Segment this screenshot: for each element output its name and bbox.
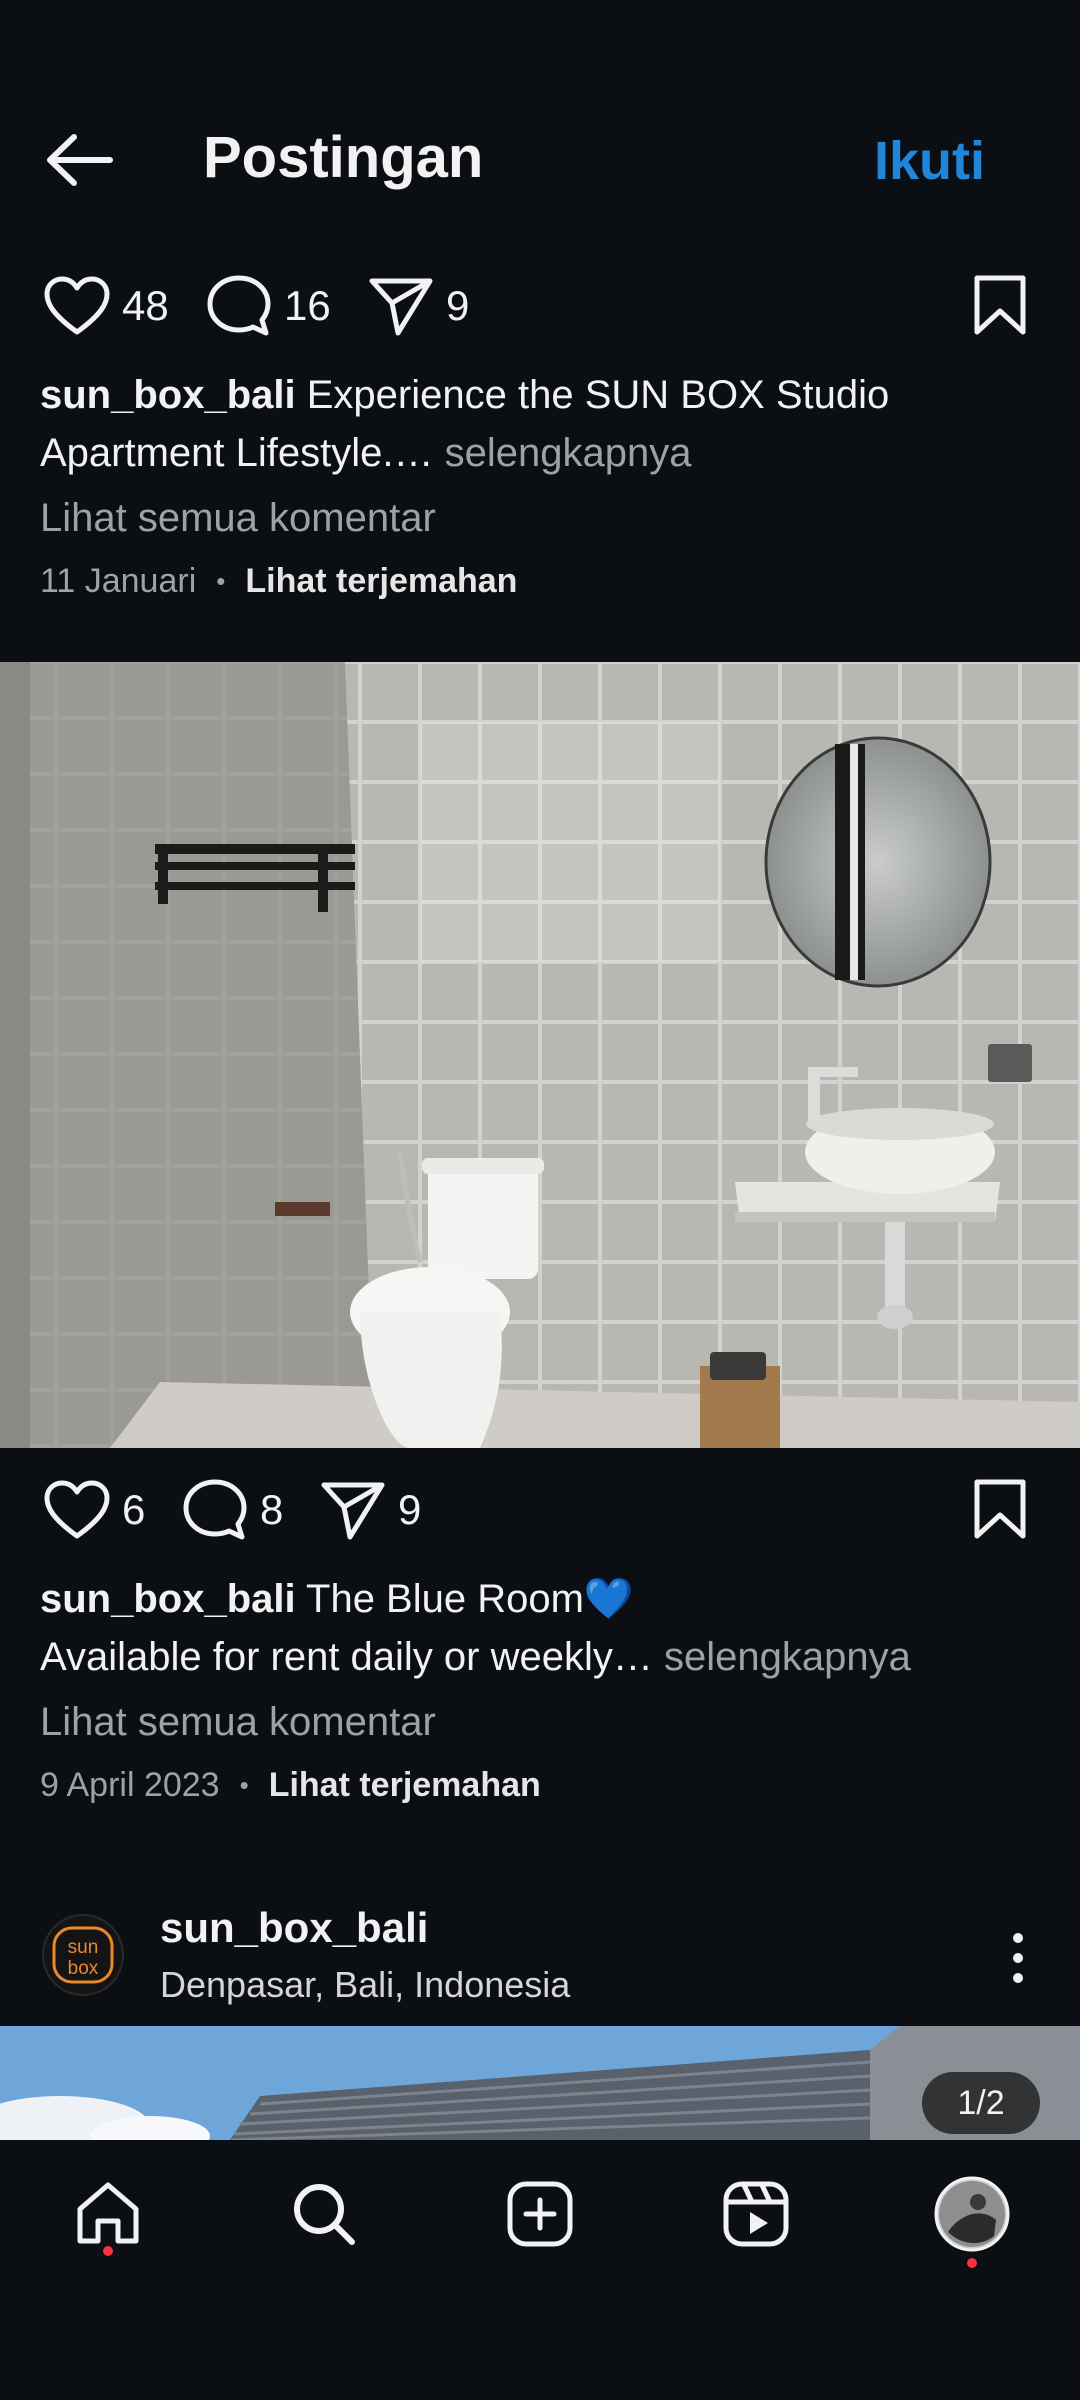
send-icon: [369, 278, 433, 336]
building-photo: [0, 2026, 1080, 2140]
like-count: 6: [122, 1486, 146, 1533]
share-count: 9: [446, 282, 470, 329]
post-caption: sun_box_bali The Blue Room💙 Available fo…: [40, 1570, 1040, 1686]
caption-text: Available for rent daily or weekly…: [40, 1635, 653, 1679]
notification-dot: [103, 2246, 113, 2256]
view-all-comments-link[interactable]: Lihat semua komentar: [40, 496, 436, 541]
more-options-button[interactable]: [1008, 1930, 1028, 1986]
post-meta: 9 April 2023 • Lihat terjemahan: [40, 1766, 541, 1805]
nav-profile[interactable]: [932, 2174, 1012, 2254]
page-title: Postingan: [203, 125, 484, 190]
bookmark-icon: [974, 1479, 1026, 1539]
caption-text: Experience the SUN BOX Studio: [306, 373, 890, 417]
separator-dot: •: [216, 566, 226, 596]
more-vertical-icon: [1013, 1933, 1023, 1983]
caption-username[interactable]: sun_box_bali: [40, 1577, 296, 1621]
heart-icon: [44, 276, 110, 335]
search-icon: [294, 2184, 355, 2245]
post-location[interactable]: Denpasar, Bali, Indonesia: [160, 1964, 570, 2006]
create-icon: [507, 2181, 573, 2247]
follow-button[interactable]: Ikuti: [874, 130, 985, 192]
share-count: 9: [398, 1486, 422, 1533]
notification-dot: [967, 2258, 977, 2268]
arrow-left-icon: [47, 134, 113, 186]
bookmark-icon: [974, 275, 1026, 335]
like-button[interactable]: 6: [44, 1470, 145, 1550]
comment-button[interactable]: 8: [182, 1470, 283, 1550]
like-button[interactable]: 48: [44, 266, 169, 346]
nav-create[interactable]: [500, 2174, 580, 2254]
comment-count: 8: [260, 1486, 284, 1533]
bathroom-photo: [0, 662, 1080, 1448]
comment-icon: [207, 275, 271, 336]
see-more-link[interactable]: selengkapnya: [664, 1635, 911, 1679]
post-actions: 6 8 9: [0, 1470, 1080, 1550]
separator-dot: •: [239, 1770, 249, 1800]
see-translation-link[interactable]: Lihat terjemahan: [269, 1766, 541, 1805]
see-more-link[interactable]: selengkapnya: [445, 431, 692, 475]
comment-icon: [183, 1479, 247, 1540]
comment-count: 16: [284, 282, 331, 329]
logo-text-bottom: box: [68, 1958, 99, 1979]
caption-username[interactable]: sun_box_bali: [40, 373, 296, 417]
logo-text-top: sun: [68, 1937, 99, 1958]
post-meta: 11 Januari • Lihat terjemahan: [40, 562, 517, 601]
like-count: 48: [122, 282, 169, 329]
post-username[interactable]: sun_box_bali: [160, 1904, 428, 1952]
post-header: sun box sun_box_bali Denpasar, Bali, Ind…: [0, 1900, 1080, 2010]
image-counter: 1/2: [922, 2072, 1040, 2134]
reels-icon: [723, 2181, 789, 2247]
save-button[interactable]: [972, 1478, 1028, 1545]
post-date: 11 Januari: [40, 562, 197, 600]
nav-reels[interactable]: [716, 2174, 796, 2254]
view-all-comments-link[interactable]: Lihat semua komentar: [40, 1700, 436, 1745]
save-button[interactable]: [972, 274, 1028, 341]
post-image-bathroom[interactable]: [0, 662, 1080, 1448]
send-icon: [321, 1482, 385, 1540]
heart-icon: [44, 1480, 110, 1539]
profile-avatar: [934, 2176, 1010, 2252]
share-button[interactable]: 9: [320, 1470, 421, 1550]
post-date: 9 April 2023: [40, 1766, 220, 1804]
bottom-navigation: [0, 2140, 1080, 2400]
nav-search[interactable]: [284, 2174, 364, 2254]
comment-button[interactable]: 16: [206, 266, 331, 346]
see-translation-link[interactable]: Lihat terjemahan: [245, 562, 517, 601]
home-icon: [77, 2182, 139, 2244]
back-button[interactable]: [40, 125, 120, 195]
share-button[interactable]: 9: [368, 266, 469, 346]
avatar[interactable]: sun box: [42, 1914, 124, 1996]
top-bar: Postingan Ikuti: [0, 100, 1080, 220]
post-caption: sun_box_bali Experience the SUN BOX Stud…: [40, 366, 1040, 482]
caption-text: Apartment Lifestyle.…: [40, 431, 434, 475]
caption-text: The Blue Room💙: [306, 1577, 634, 1621]
post-actions: 48 16 9: [0, 266, 1080, 346]
nav-home[interactable]: [68, 2174, 148, 2254]
sunbox-logo: sun box: [52, 1926, 114, 1984]
post-image-building[interactable]: [0, 2026, 1080, 2140]
